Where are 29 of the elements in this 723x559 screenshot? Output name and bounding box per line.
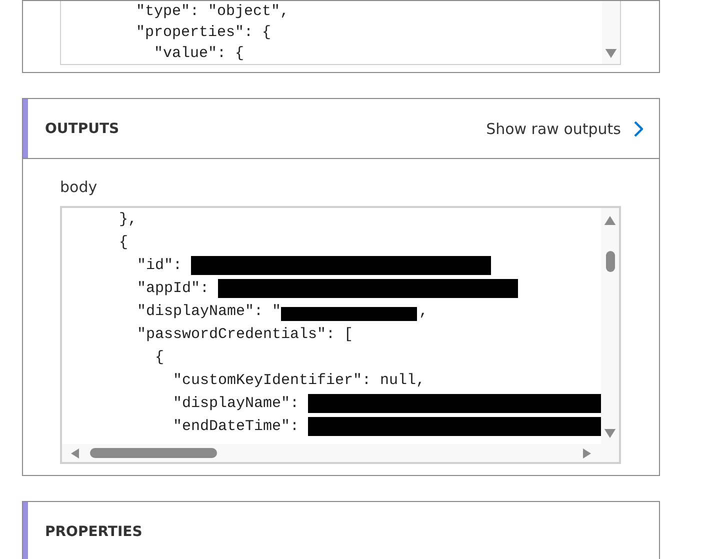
scroll-left-icon[interactable] (71, 448, 79, 458)
code-line: { (118, 234, 128, 251)
code-line: "passwordCredentials": [ (136, 326, 354, 343)
code-line: "id": (136, 257, 184, 274)
scroll-thumb[interactable] (90, 448, 217, 458)
scroll-down-icon[interactable] (605, 49, 617, 58)
scroll-up-icon[interactable] (604, 216, 616, 225)
section-title: OUTPUTS (45, 120, 120, 136)
scroll-thumb[interactable] (606, 251, 614, 272)
field-label: body (60, 178, 98, 196)
code-line: "properties": { (135, 24, 272, 41)
horizontal-scrollbar[interactable] (62, 444, 619, 462)
code-line: "displayName": " (136, 303, 282, 320)
code-text: , (419, 303, 428, 320)
scroll-right-icon[interactable] (583, 448, 591, 458)
code-line: "customKeyIdentifier": null, (172, 372, 426, 389)
section-title: PROPERTIES (45, 524, 142, 540)
code-line: "type": "object", (135, 3, 290, 20)
code-line: { (154, 349, 164, 366)
code-line: "displayName": (172, 395, 300, 412)
vertical-scrollbar[interactable] (601, 208, 619, 444)
code-line: "value": { (153, 45, 244, 62)
vertical-scrollbar[interactable] (602, 1, 620, 64)
code-line: "appId": (136, 280, 210, 297)
code-line: }, (118, 211, 138, 228)
scroll-down-icon[interactable] (604, 429, 616, 438)
show-raw-outputs-link[interactable]: Show raw outputs (486, 120, 643, 138)
chevron-right-icon (633, 120, 643, 136)
code-line: "endDateTime": (172, 418, 300, 435)
